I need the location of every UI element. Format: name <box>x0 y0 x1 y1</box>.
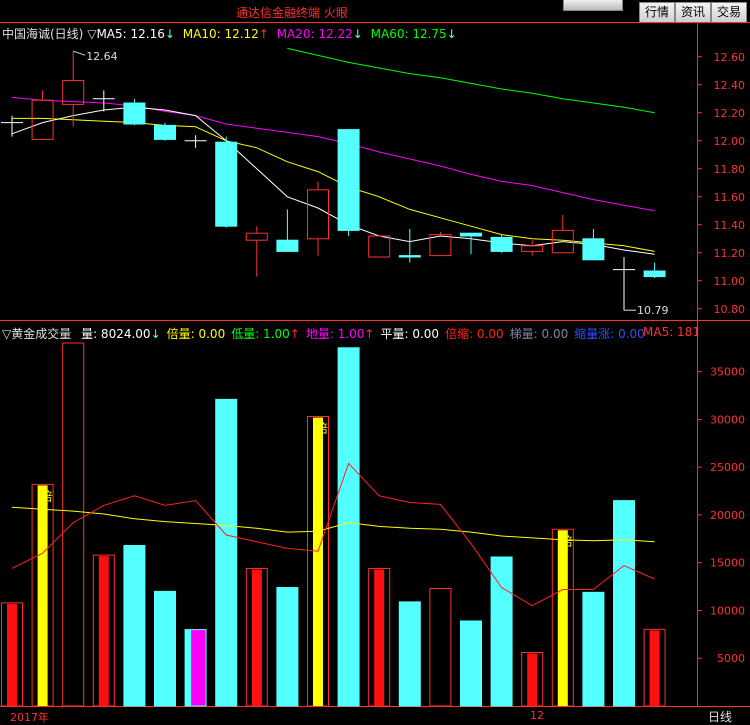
bei-mark: 倍 <box>316 421 328 436</box>
volume-bar <box>429 588 452 707</box>
volume-bar-inner <box>649 630 660 706</box>
volume-bar-inner <box>374 569 385 706</box>
price-tick-label: 12.60 <box>714 51 746 64</box>
candle-up <box>245 232 268 241</box>
volume-tick-label: 5000 <box>717 652 745 665</box>
price-tick-label: 11.20 <box>714 247 746 260</box>
candle-up <box>31 99 54 140</box>
volume-bar-segment <box>185 629 192 706</box>
volume-tick-label: 20000 <box>710 509 745 522</box>
low-price-label: 10.79 <box>637 304 669 317</box>
bei-mark: 倍 <box>561 533 573 548</box>
volume-bar-inner <box>557 530 568 706</box>
volume-tick-label: 25000 <box>710 461 745 474</box>
period-label: 日线 <box>708 710 733 724</box>
volume-bar <box>276 587 299 707</box>
ma60-line <box>287 47 655 114</box>
candle-up <box>368 235 391 258</box>
volume-tick-label: 30000 <box>710 413 745 426</box>
volume-bar <box>460 620 482 707</box>
high-price-label: 12.64 <box>86 50 118 63</box>
volume-bar <box>613 500 635 707</box>
volume-bar <box>582 591 605 707</box>
high-pointer <box>73 50 86 56</box>
volume-bar-inner <box>98 556 109 706</box>
volume-bar <box>62 342 85 707</box>
volume-bar-inner <box>7 603 17 706</box>
candle-down <box>582 238 605 261</box>
volume-tick-label: 35000 <box>710 366 745 379</box>
ma5-line <box>11 106 655 255</box>
candle-down <box>643 270 666 278</box>
price-tick-label: 10.80 <box>714 303 746 316</box>
ma20-line <box>11 96 655 212</box>
volume-bar-inner <box>527 653 538 706</box>
date-label-month: 12 <box>530 709 544 722</box>
price-tick-label: 12.40 <box>714 79 746 92</box>
volume-bar <box>337 347 360 707</box>
candle-down <box>460 232 482 237</box>
volume-bar <box>154 590 176 707</box>
volume-bar <box>490 556 513 707</box>
volume-bar <box>123 545 146 707</box>
volume-bar <box>398 601 421 707</box>
candle-down <box>123 102 146 125</box>
bei-mark: 倍 <box>41 488 53 503</box>
candle-down <box>154 124 176 140</box>
volume-tick-label: 10000 <box>710 604 745 617</box>
candle-up <box>307 189 329 240</box>
price-tick-label: 11.60 <box>714 191 746 204</box>
price-tick-label: 11.80 <box>714 163 746 176</box>
price-tick-label: 11.00 <box>714 275 746 288</box>
chart-canvas[interactable]: 10.80 11.00 11.20 11.40 11.60 11.80 12.00 12.20… <box>0 0 750 720</box>
date-label-year: 2017年 <box>10 711 49 724</box>
volume-bar-inner <box>251 569 262 706</box>
candle-down <box>398 255 421 258</box>
volume-bar-inner <box>313 417 323 706</box>
ma10-line <box>12 117 655 252</box>
candle-down <box>490 236 513 252</box>
volume-tick-label: 15000 <box>710 557 745 570</box>
candle-down <box>276 239 299 252</box>
candle-down <box>337 129 360 231</box>
volume-bar-inner <box>37 485 48 706</box>
price-tick-label: 12.20 <box>714 107 746 120</box>
candle-up <box>521 245 544 252</box>
price-tick-label: 12.00 <box>714 135 746 148</box>
price-tick-label: 11.40 <box>714 219 746 232</box>
candle-down <box>215 141 238 227</box>
volume-bar <box>215 398 238 707</box>
